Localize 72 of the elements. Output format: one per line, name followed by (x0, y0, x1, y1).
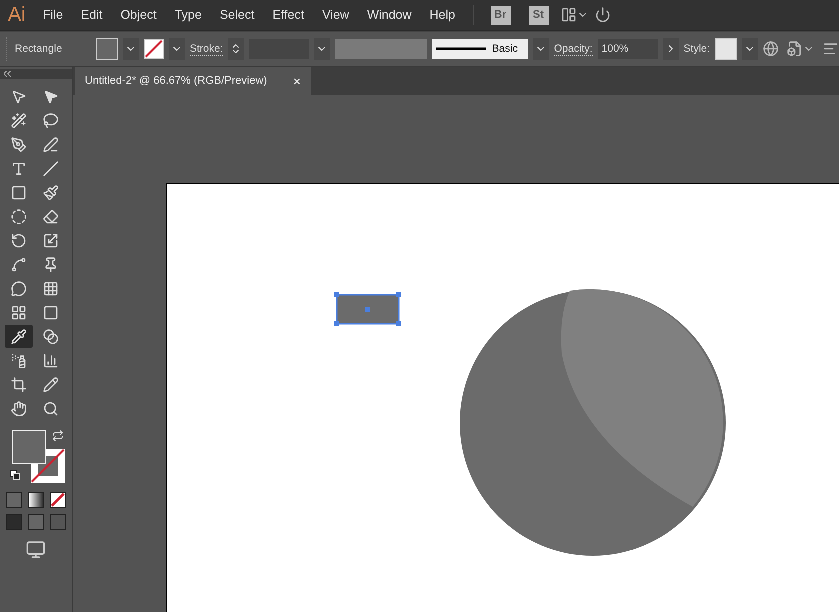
bridge-button[interactable]: Br (490, 6, 510, 24)
fill-color-swatch[interactable] (12, 430, 46, 464)
menu-item[interactable]: View (313, 8, 358, 22)
collapse-icon[interactable] (4, 71, 12, 77)
stepper-button[interactable] (228, 38, 244, 60)
filled-arrow-icon (43, 88, 59, 104)
swap-icon (52, 430, 64, 442)
none-mode-button[interactable] (50, 492, 66, 508)
draw-behind-button[interactable] (28, 514, 44, 530)
profile-field[interactable] (335, 39, 428, 59)
menu-item[interactable]: Edit (72, 8, 112, 22)
document-title: Untitled-2* @ 66.67% (RGB/Preview) (85, 75, 268, 87)
eyedropper-icon (11, 328, 27, 344)
dropdown-button[interactable] (123, 38, 139, 60)
lasso-icon (43, 112, 59, 128)
rectangle-shape (337, 295, 399, 324)
menu-item[interactable]: Effect (264, 8, 314, 22)
app-logo: Ai (7, 2, 27, 28)
tool-button[interactable] (5, 325, 33, 348)
arrow-icon (11, 88, 27, 104)
brush-icon (43, 184, 59, 200)
gradient-mode-button[interactable] (28, 492, 44, 508)
warp-icon (11, 256, 27, 272)
menu-item[interactable]: Object (112, 8, 166, 22)
document-icon (787, 41, 804, 57)
default-colors-icon (10, 470, 20, 480)
dropdown-button[interactable] (169, 38, 185, 60)
fill-swatch[interactable] (96, 38, 118, 60)
brush-field[interactable]: Basic (432, 39, 528, 59)
stroke-label[interactable]: Stroke: (190, 42, 224, 56)
mesh-icon (11, 304, 27, 320)
opacity-field[interactable]: 100% (598, 39, 658, 59)
close-button[interactable]: × (293, 74, 301, 88)
artboard-icon (11, 376, 27, 392)
dropdown-button[interactable] (533, 38, 550, 60)
dropdown-button[interactable] (742, 38, 758, 60)
rectangle-icon (11, 184, 27, 200)
pencil-icon (43, 376, 59, 392)
chevron-button[interactable] (662, 38, 679, 60)
stroke-line-icon (436, 47, 486, 51)
style-swatch[interactable] (715, 38, 738, 60)
bridge-button[interactable]: St (528, 6, 548, 24)
dropdown-button[interactable] (314, 38, 330, 60)
pin-icon (43, 256, 59, 272)
opacity-label[interactable]: Opacity: (554, 42, 593, 56)
eraser-icon (43, 208, 59, 224)
document-tab[interactable]: Untitled-2* @ 66.67% (RGB/Preview) × (75, 67, 311, 95)
hand-icon (11, 400, 27, 416)
no-stroke-swatch[interactable] (144, 39, 164, 59)
scale-icon (43, 232, 59, 248)
menu-item[interactable]: Window (358, 8, 421, 22)
bar-chart-icon (43, 352, 59, 368)
menu-item[interactable]: Type (166, 8, 211, 22)
zoom-icon (43, 400, 59, 416)
screen-mode-icon (26, 540, 46, 560)
type-icon (11, 160, 27, 176)
wand-icon (11, 112, 27, 128)
perspective-grid-icon (43, 280, 59, 296)
selection-box[interactable] (334, 292, 402, 326)
menu-item[interactable]: File (34, 8, 72, 22)
blend-icon (43, 328, 59, 344)
globe-icon[interactable] (763, 41, 780, 57)
spray-icon (11, 352, 27, 368)
line-icon (43, 160, 59, 176)
style-label: Style: (684, 43, 710, 55)
selection-label: Rectangle (15, 43, 64, 55)
align-icon[interactable] (823, 41, 839, 57)
rotate-icon (11, 232, 27, 248)
layout-icon (560, 7, 576, 23)
menu-item[interactable]: Help (420, 8, 464, 22)
color-mode-button[interactable] (6, 492, 22, 508)
menu-item[interactable]: Select (210, 8, 264, 22)
